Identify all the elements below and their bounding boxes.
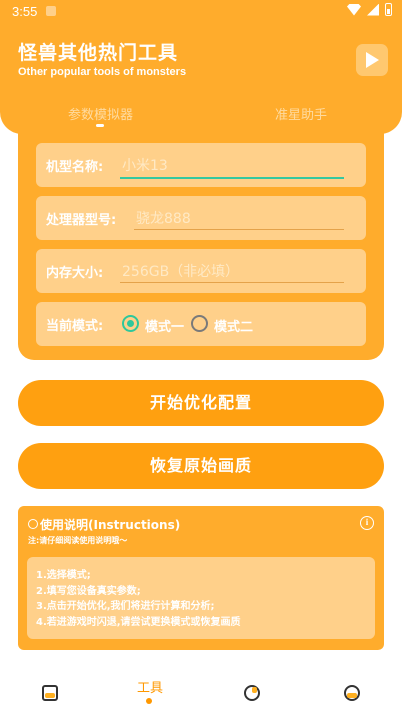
nav-active-dot — [146, 698, 152, 704]
app-header: 怪兽其他热门工具 Other popular tools of monsters… — [0, 24, 402, 134]
cpu-label: 处理器型号: — [46, 213, 117, 228]
page-title: 怪兽其他热门工具 — [18, 42, 179, 64]
info-icon[interactable]: i — [360, 516, 374, 530]
model-label: 机型名称: — [46, 160, 104, 175]
restore-button[interactable]: 恢复原始画质 — [18, 443, 384, 489]
mode-two-label[interactable]: 模式二 — [214, 316, 253, 335]
nav-tools-label[interactable]: 工具 — [137, 677, 163, 696]
signal-icon — [367, 3, 379, 16]
nav-home[interactable] — [40, 683, 60, 703]
wifi-icon — [347, 3, 361, 16]
model-input[interactable]: 小米13 — [122, 155, 168, 175]
mode-two-radio[interactable] — [191, 315, 208, 332]
mode-one-label[interactable]: 模式一 — [145, 316, 184, 335]
notification-icon — [46, 6, 56, 16]
optimize-button[interactable]: 开始优化配置 — [18, 380, 384, 426]
nav-profile[interactable] — [342, 683, 362, 703]
cpu-input-underline — [134, 229, 344, 230]
tab-parameter-simulator[interactable]: 参数模拟器 — [68, 104, 133, 123]
cpu-row: 处理器型号: 骁龙888 — [36, 196, 366, 240]
nav-chart[interactable] — [242, 683, 262, 703]
instructions-card: 使用说明(Instructions) i 注:请仔细阅读使用说明哦～ 1.选择模… — [18, 506, 384, 650]
mode-label: 当前模式: — [46, 319, 104, 334]
instruction-step: 3.点击开始优化,我们将进行计算和分析; — [36, 601, 215, 612]
settings-card: 机型名称: 小米13 处理器型号: 骁龙888 内存大小: 256GB（非必填）… — [18, 130, 384, 360]
mode-one-radio[interactable] — [122, 315, 139, 332]
cpu-input[interactable]: 骁龙888 — [136, 208, 191, 228]
ram-row: 内存大小: 256GB（非必填） — [36, 249, 366, 293]
instructions-title: 使用说明(Instructions) — [40, 518, 181, 532]
bottom-nav: 工具 — [0, 672, 402, 716]
model-row: 机型名称: 小米13 — [36, 143, 366, 187]
tab-bar: 参数模拟器 准星助手 — [0, 102, 402, 132]
tab-crosshair-assistant[interactable]: 准星助手 — [275, 104, 327, 123]
play-icon — [366, 52, 379, 68]
ram-input[interactable]: 256GB（非必填） — [122, 261, 239, 281]
instruction-step: 1.选择模式; — [36, 570, 91, 581]
circle-icon — [28, 519, 38, 529]
tab-indicator — [96, 124, 104, 127]
page-subtitle: Other popular tools of monsters — [18, 66, 187, 78]
status-icons — [347, 3, 392, 16]
profile-icon — [344, 685, 360, 701]
status-time: 3:55 — [12, 4, 38, 19]
status-bar: 3:55 — [0, 0, 402, 24]
instructions-list: 1.选择模式; 2.填写您设备真实参数; 3.点击开始优化,我们将进行计算和分析… — [36, 568, 241, 630]
home-icon — [42, 685, 58, 701]
mode-row: 当前模式: 模式一 模式二 — [36, 302, 366, 346]
instruction-step: 4.若进游戏时闪退,请尝试更换模式或恢复画质 — [36, 616, 241, 628]
instruction-step: 2.填写您设备真实参数; — [36, 585, 141, 597]
instructions-box: 1.选择模式; 2.填写您设备真实参数; 3.点击开始优化,我们将进行计算和分析… — [27, 557, 375, 639]
ram-label: 内存大小: — [46, 266, 104, 281]
ram-input-underline — [120, 282, 344, 283]
instructions-note: 注:请仔细阅读使用说明哦～ — [28, 536, 128, 545]
chart-icon — [244, 685, 260, 701]
battery-icon — [385, 3, 392, 16]
model-input-underline — [120, 177, 344, 179]
play-button[interactable] — [356, 44, 388, 76]
